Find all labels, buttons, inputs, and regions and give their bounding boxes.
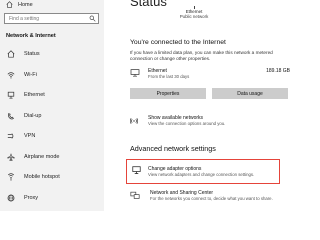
sidebar-item-wifi[interactable]: Wi-Fi: [0, 65, 104, 86]
sidebar-item-label: Proxy: [24, 194, 39, 201]
sidebar-item-status[interactable]: Status: [0, 44, 104, 65]
sidebar-item-label: Status: [24, 51, 40, 58]
sidebar-item-label: Ethernet: [24, 92, 45, 99]
show-networks-subtitle: View the connection options around you.: [148, 121, 226, 126]
airplane-icon: [7, 153, 15, 161]
sidebar-nav: Status Wi-Fi Ethernet Dial-up VPN Airpla…: [0, 44, 104, 208]
page-title: Status: [130, 0, 167, 9]
dialup-icon: [8, 112, 14, 120]
sidebar-item-dialup[interactable]: Dial-up: [0, 106, 104, 127]
hotspot-icon: [7, 173, 15, 181]
adapter-period: From the last 30 days: [148, 74, 190, 79]
sidebar-item-ethernet[interactable]: Ethernet: [0, 85, 104, 106]
show-networks-link[interactable]: Show available networks View the connect…: [130, 115, 295, 129]
broadcast-icon: [130, 118, 138, 124]
sidebar-item-proxy[interactable]: Proxy: [0, 188, 104, 209]
globe-icon: [7, 194, 15, 202]
sharing-center-link[interactable]: Network and Sharing Center For the netwo…: [130, 190, 295, 204]
adapter-usage-row: Ethernet From the last 30 days 189.18 GB: [130, 67, 290, 80]
ethernet-icon: [130, 69, 140, 77]
change-adapter-subtitle: View network adapters and change connect…: [148, 172, 255, 177]
sidebar-item-label: Dial-up: [24, 112, 42, 119]
data-usage-button[interactable]: Data usage: [212, 88, 288, 99]
connected-title: You're connected to the Internet: [130, 39, 226, 46]
ethernet-icon: [7, 92, 15, 99]
search-icon[interactable]: [89, 15, 96, 22]
sharing-center-icon: [130, 191, 140, 199]
sidebar-item-label: Mobile hotspot: [24, 174, 60, 181]
adapter-usage: 189.18 GB: [266, 68, 290, 74]
sidebar-item-label: Wi-Fi: [24, 71, 37, 78]
home-icon: [7, 50, 15, 58]
adapter-icon: [132, 166, 141, 174]
home-icon: [6, 1, 13, 8]
change-adapter-options-link[interactable]: Change adapter options View network adap…: [126, 159, 280, 184]
advanced-settings-heading: Advanced network settings: [130, 144, 216, 153]
vpn-icon: [7, 133, 14, 139]
sidebar-item-airplane-mode[interactable]: Airplane mode: [0, 147, 104, 168]
home-link[interactable]: Home: [6, 1, 33, 8]
sidebar-item-label: Airplane mode: [24, 153, 60, 160]
wifi-icon: [7, 71, 15, 79]
search-placeholder: Find a setting: [9, 16, 40, 22]
home-label: Home: [18, 1, 33, 8]
main-pane: Status Ethernet Public network You're co…: [104, 0, 300, 211]
section-title: Network & Internet: [6, 33, 56, 39]
network-diagram: Ethernet Public network: [168, 6, 220, 19]
sidebar-item-vpn[interactable]: VPN: [0, 126, 104, 147]
sidebar-item-mobile-hotspot[interactable]: Mobile hotspot: [0, 167, 104, 188]
sidebar-item-label: VPN: [24, 133, 36, 140]
sidebar: Home Find a setting Network & Internet S…: [0, 0, 104, 211]
network-type: Public network: [179, 14, 209, 19]
sharing-center-subtitle: For the networks you connect to, decide …: [150, 196, 273, 201]
connected-description: If you have a limited data plan, you can…: [130, 50, 273, 62]
search-input[interactable]: Find a setting: [4, 13, 99, 24]
properties-button[interactable]: Properties: [130, 88, 206, 99]
